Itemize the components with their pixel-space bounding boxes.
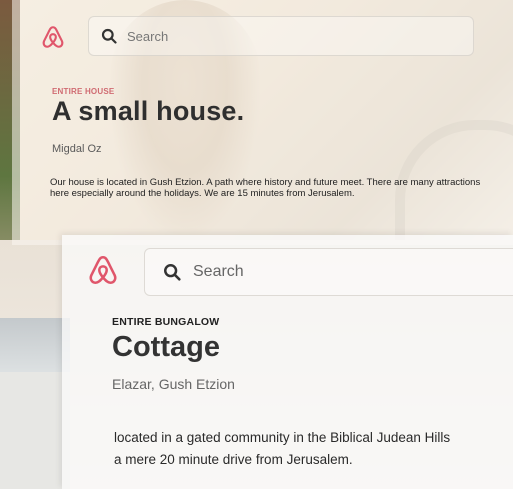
listing-location: Elazar, Gush Etzion: [112, 376, 235, 392]
listing-title: Cottage: [112, 331, 220, 363]
description-line-2: a mere 20 minute drive from Jerusalem.: [114, 452, 353, 468]
property-type: ENTIRE BUNGALOW: [112, 316, 220, 328]
listing-location: Migdal Oz: [52, 143, 102, 155]
search-placeholder: Search: [193, 263, 244, 280]
listing-description: Our house is located in Gush Etzion. A p…: [50, 177, 481, 200]
listing-card-back: Search ENTIRE HOUSE A small house. Migda…: [12, 0, 513, 245]
airbnb-logo-icon[interactable]: [86, 253, 120, 287]
search-placeholder: Search: [127, 28, 169, 44]
search-icon: [164, 264, 181, 281]
description-line-1: located in a gated community in the Bibl…: [114, 430, 451, 445]
listing-card-front: Search ENTIRE BUNGALOW Cottage Elazar, G…: [62, 235, 513, 489]
listing-description: located in a gated community in the Bibl…: [114, 427, 513, 472]
search-bar[interactable]: Search: [144, 248, 513, 296]
search-icon: [101, 28, 117, 44]
airbnb-logo-icon[interactable]: [40, 24, 66, 50]
property-type: ENTIRE HOUSE: [52, 87, 115, 96]
bg-band: [0, 318, 70, 378]
bg-band-lower: [0, 372, 70, 489]
search-bar[interactable]: Search: [88, 16, 474, 56]
listing-title: A small house.: [52, 96, 245, 126]
